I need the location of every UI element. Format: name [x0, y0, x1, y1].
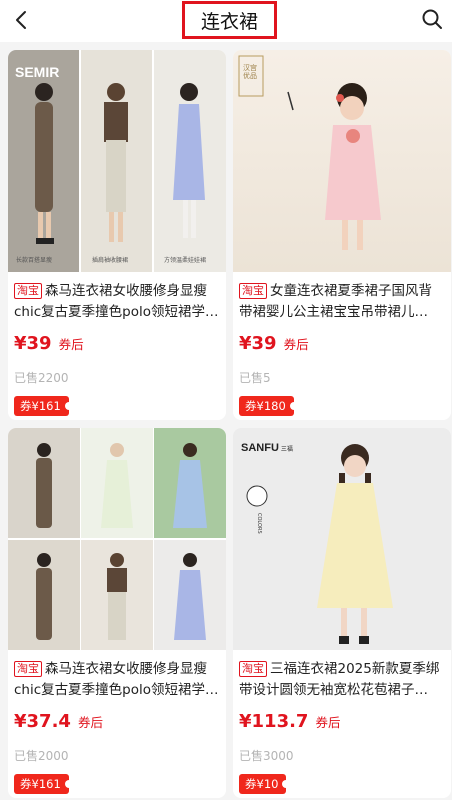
product-title[interactable]: 淘宝 女童连衣裙夏季裙子国风背带裙婴儿公主裙宝宝吊带裙儿… — [239, 281, 445, 323]
product-info: 淘宝 森马连衣裙女收腰修身显瘦chic复古夏季撞色polo领短裙学… ¥39 券后… — [8, 272, 226, 420]
price-row: ¥37.4 券后 — [14, 711, 220, 737]
price-row: ¥113.7 券后 — [239, 711, 445, 737]
taobao-tag: 淘宝 — [14, 661, 42, 677]
back-arrow-icon[interactable] — [10, 8, 34, 32]
brand-name: SANFU — [241, 442, 279, 454]
product-image[interactable]: 汉宫优品 — [233, 50, 451, 272]
price-suffix: 券后 — [77, 715, 103, 730]
taobao-tag: 淘宝 — [239, 661, 267, 677]
price: ¥113.7 — [239, 711, 309, 732]
product-image[interactable] — [8, 428, 226, 650]
product-card[interactable]: SANFU 三福 COLORS 淘宝 三福连衣裙2025新款夏季绑带设计圆领无袖宽松… — [233, 428, 451, 798]
coupon-badge[interactable]: 券¥180 — [239, 396, 298, 416]
product-info: 淘宝 森马连衣裙女收腰修身显瘦chic复古夏季撞色polo领短裙学… ¥37.4 … — [8, 650, 226, 798]
price-suffix: 券后 — [58, 337, 84, 352]
image-caption: 方领温柔娃娃裙 — [164, 257, 207, 264]
search-icon[interactable] — [420, 7, 444, 31]
product-image[interactable]: SANFU 三福 COLORS — [233, 428, 451, 650]
product-title-text: 森马连衣裙女收腰修身显瘦chic复古夏季撞色polo领短裙学… — [14, 283, 219, 320]
coupon-badge[interactable]: 券¥161 — [14, 396, 73, 416]
seal-text: 汉宫优品 — [243, 64, 257, 80]
price-suffix: 券后 — [283, 337, 309, 352]
product-card[interactable]: SEMIR 长款百搭显瘦 插肩袖收腰裙 方领温柔娃娃裙 淘宝 森马连衣裙女收腰修身… — [8, 50, 226, 420]
sold-count: 已售2000 — [14, 749, 69, 763]
product-title[interactable]: 淘宝 森马连衣裙女收腰修身显瘦chic复古夏季撞色polo领短裙学… — [14, 281, 220, 323]
product-title-text: 女童连衣裙夏季裙子国风背带裙婴儿公主裙宝宝吊带裙儿… — [239, 283, 432, 320]
colors-badge: COLORS — [256, 513, 262, 534]
top-bar: 连衣裙 — [0, 0, 452, 42]
image-caption: 插肩袖收腰裙 — [92, 257, 129, 264]
coupon-badge[interactable]: 券¥161 — [14, 774, 73, 794]
brand-name-cn: 三福 — [280, 447, 293, 453]
product-title-text: 森马连衣裙女收腰修身显瘦chic复古夏季撞色polo领短裙学… — [14, 661, 219, 698]
product-card[interactable]: 汉宫优品 淘宝 女童连衣裙夏季裙子国风背带裙婴儿公主裙宝宝吊带裙儿… ¥39 券后… — [233, 50, 451, 420]
image-caption: 长款百搭显瘦 — [16, 257, 53, 264]
sold-count: 已售2200 — [14, 371, 69, 385]
product-card[interactable]: 淘宝 森马连衣裙女收腰修身显瘦chic复古夏季撞色polo领短裙学… ¥37.4 … — [8, 428, 226, 798]
product-title[interactable]: 淘宝 森马连衣裙女收腰修身显瘦chic复古夏季撞色polo领短裙学… — [14, 659, 220, 701]
price: ¥39 — [239, 333, 277, 354]
sold-count: 已售5 — [239, 371, 271, 385]
price-row: ¥39 券后 — [14, 333, 220, 359]
price: ¥37.4 — [14, 711, 71, 732]
taobao-tag: 淘宝 — [239, 283, 267, 299]
page-title: 连衣裙 — [182, 1, 277, 39]
coupon-badge[interactable]: 券¥10 — [239, 774, 291, 794]
product-info: 淘宝 三福连衣裙2025新款夏季绑带设计圆领无袖宽松花苞裙子… ¥113.7 券后… — [233, 650, 451, 798]
price: ¥39 — [14, 333, 52, 354]
brand-logo: SANFU 三福 — [241, 442, 293, 454]
product-title[interactable]: 淘宝 三福连衣裙2025新款夏季绑带设计圆领无袖宽松花苞裙子… — [239, 659, 445, 701]
sold-count: 已售3000 — [239, 749, 294, 763]
taobao-tag: 淘宝 — [14, 283, 42, 299]
price-row: ¥39 券后 — [239, 333, 445, 359]
product-title-text: 三福连衣裙2025新款夏季绑带设计圆领无袖宽松花苞裙子… — [239, 661, 440, 698]
price-suffix: 券后 — [315, 715, 341, 730]
product-image[interactable]: SEMIR 长款百搭显瘦 插肩袖收腰裙 方领温柔娃娃裙 — [8, 50, 226, 272]
brand-logo: SEMIR — [15, 64, 60, 80]
product-info: 淘宝 女童连衣裙夏季裙子国风背带裙婴儿公主裙宝宝吊带裙儿… ¥39 券后 已售5 … — [233, 272, 451, 420]
